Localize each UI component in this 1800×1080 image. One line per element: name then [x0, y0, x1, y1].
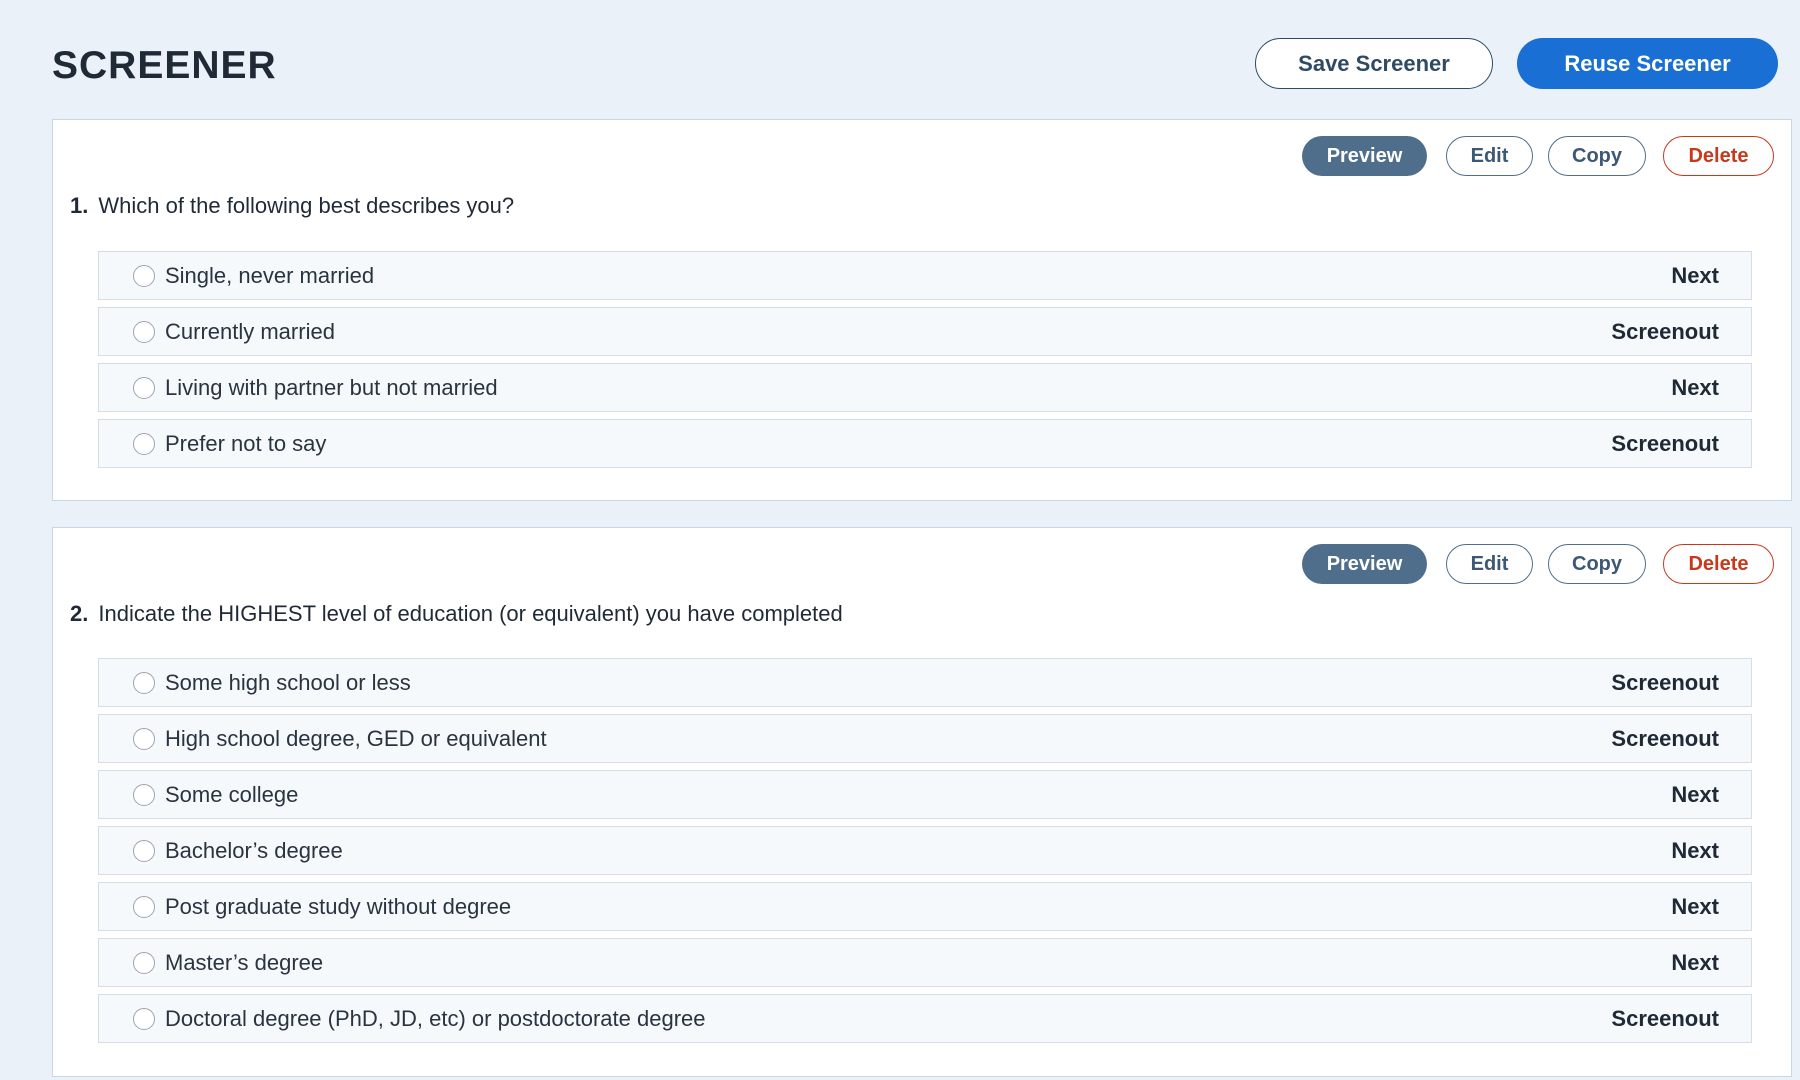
- answer-label: Currently married: [165, 318, 335, 344]
- answer-logic: Next: [1671, 893, 1719, 919]
- answer-label: Some college: [165, 781, 299, 807]
- answer-label: Prefer not to say: [165, 430, 327, 456]
- answer-logic: Next: [1671, 781, 1719, 807]
- answer-label: Doctoral degree (PhD, JD, etc) or postdo…: [165, 1005, 706, 1031]
- reuse-screener-button[interactable]: Reuse Screener: [1517, 38, 1778, 89]
- radio-button[interactable]: [133, 376, 155, 399]
- answer-option[interactable]: Doctoral degree (PhD, JD, etc) or postdo…: [98, 994, 1752, 1043]
- delete-button[interactable]: Delete: [1663, 136, 1774, 176]
- copy-button[interactable]: Copy: [1548, 544, 1646, 584]
- answer-option[interactable]: Some high school or less Screenout: [98, 658, 1752, 707]
- answer-option[interactable]: Some college Next: [98, 770, 1752, 819]
- answer-label: Living with partner but not married: [165, 374, 498, 400]
- save-screener-button[interactable]: Save Screener: [1255, 38, 1493, 89]
- question-card-2: Preview Edit Copy Delete 2. Indicate the …: [52, 527, 1792, 1077]
- answer-logic: Screenout: [1611, 318, 1719, 344]
- answer-options: Single, never married Next Currently mar…: [98, 251, 1752, 475]
- edit-button[interactable]: Edit: [1446, 544, 1533, 584]
- answer-label: Bachelor’s degree: [165, 837, 343, 863]
- answer-logic: Screenout: [1611, 725, 1719, 751]
- answer-option[interactable]: High school degree, GED or equivalent Sc…: [98, 714, 1752, 763]
- page-header: SCREENER Save Screener Reuse Screener: [52, 38, 1778, 90]
- edit-button[interactable]: Edit: [1446, 136, 1533, 176]
- copy-button[interactable]: Copy: [1548, 136, 1646, 176]
- answer-logic: Screenout: [1611, 669, 1719, 695]
- radio-button[interactable]: [133, 951, 155, 974]
- question-text: 1. Which of the following best describes …: [70, 193, 514, 219]
- answer-option[interactable]: Currently married Screenout: [98, 307, 1752, 356]
- delete-button[interactable]: Delete: [1663, 544, 1774, 584]
- answer-logic: Next: [1671, 949, 1719, 975]
- radio-button[interactable]: [133, 1007, 155, 1030]
- answer-logic: Next: [1671, 374, 1719, 400]
- page-title: SCREENER: [52, 44, 277, 87]
- radio-button[interactable]: [133, 895, 155, 918]
- radio-button[interactable]: [133, 320, 155, 343]
- answer-option[interactable]: Master’s degree Next: [98, 938, 1752, 987]
- answer-option[interactable]: Living with partner but not married Next: [98, 363, 1752, 412]
- question-card-1: Preview Edit Copy Delete 1. Which of the …: [52, 119, 1792, 501]
- radio-button[interactable]: [133, 671, 155, 694]
- question-number: 2.: [70, 601, 89, 626]
- answer-options: Some high school or less Screenout High …: [98, 658, 1752, 1050]
- question-label: Which of the following best describes yo…: [98, 193, 515, 218]
- screener-page: SCREENER Save Screener Reuse Screener Pr…: [0, 0, 1800, 1080]
- radio-button[interactable]: [133, 264, 155, 287]
- answer-option[interactable]: Bachelor’s degree Next: [98, 826, 1752, 875]
- question-number: 1.: [70, 193, 89, 218]
- radio-button[interactable]: [133, 432, 155, 455]
- preview-button[interactable]: Preview: [1302, 136, 1427, 176]
- answer-logic: Next: [1671, 837, 1719, 863]
- question-text: 2. Indicate the HIGHEST level of educatio…: [70, 601, 843, 627]
- radio-button[interactable]: [133, 839, 155, 862]
- answer-label: Single, never married: [165, 262, 375, 288]
- answer-label: Some high school or less: [165, 669, 411, 695]
- radio-button[interactable]: [133, 783, 155, 806]
- preview-button[interactable]: Preview: [1302, 544, 1427, 584]
- question-label: Indicate the HIGHEST level of education …: [98, 601, 843, 626]
- radio-button[interactable]: [133, 727, 155, 750]
- answer-logic: Screenout: [1611, 1005, 1719, 1031]
- answer-label: Post graduate study without degree: [165, 893, 512, 919]
- answer-option[interactable]: Post graduate study without degree Next: [98, 882, 1752, 931]
- answer-option[interactable]: Single, never married Next: [98, 251, 1752, 300]
- answer-option[interactable]: Prefer not to say Screenout: [98, 419, 1752, 468]
- answer-label: High school degree, GED or equivalent: [165, 725, 547, 751]
- answer-label: Master’s degree: [165, 949, 324, 975]
- answer-logic: Next: [1671, 262, 1719, 288]
- answer-logic: Screenout: [1611, 430, 1719, 456]
